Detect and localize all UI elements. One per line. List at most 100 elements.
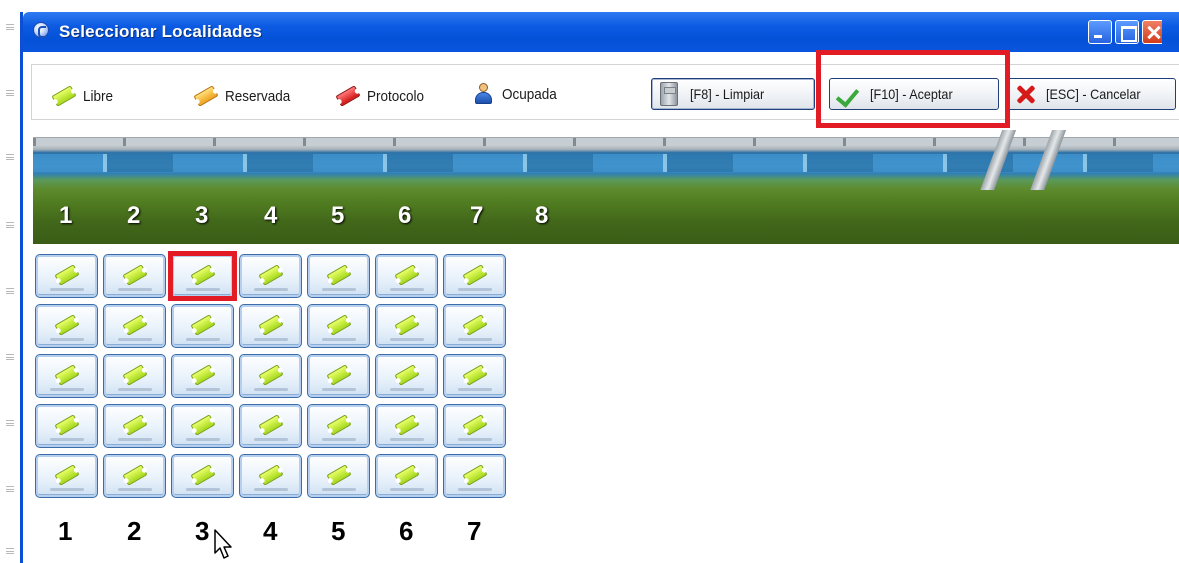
- clear-button[interactable]: [F8] - Limpiar: [651, 78, 815, 110]
- column-number: 2: [127, 516, 142, 546]
- gutter-mark: [6, 548, 14, 554]
- legend-reservada: Reservada: [193, 85, 298, 107]
- seat-button[interactable]: [171, 404, 234, 448]
- person-icon: [474, 83, 494, 105]
- eraser-icon: [660, 82, 678, 106]
- ticket-green-icon: [258, 264, 284, 286]
- close-button[interactable]: [1142, 20, 1162, 44]
- seat-button[interactable]: [35, 254, 98, 298]
- ticket-green-icon: [122, 414, 148, 436]
- ticket-green-icon: [258, 364, 284, 386]
- legend-libre: Libre: [51, 85, 116, 107]
- legend-ocupada: Ocupada: [474, 83, 563, 105]
- seat-button[interactable]: [103, 304, 166, 348]
- ticket-green-icon: [462, 264, 488, 286]
- seat-shadow: [322, 338, 356, 341]
- seat-button[interactable]: [307, 354, 370, 398]
- seat-shadow: [390, 488, 424, 491]
- seat-button[interactable]: [375, 354, 438, 398]
- ticket-green-icon: [51, 85, 77, 107]
- seat-button[interactable]: [443, 404, 506, 448]
- ticket-green-icon: [54, 314, 80, 336]
- ticket-green-icon: [190, 414, 216, 436]
- seat-button[interactable]: [35, 304, 98, 348]
- select-seats-window: Seleccionar Localidades Libre Reservada …: [20, 12, 1179, 563]
- cancel-button-label: [ESC] - Cancelar: [1046, 86, 1141, 102]
- ticket-green-icon: [190, 314, 216, 336]
- seat-button[interactable]: [307, 304, 370, 348]
- seat-button[interactable]: [375, 454, 438, 498]
- toolbar: Libre Reservada Protocolo Ocupada [F8] -…: [23, 50, 1179, 130]
- seat-button[interactable]: [375, 404, 438, 448]
- legend-label: Protocolo: [367, 87, 425, 105]
- seat-shadow: [118, 288, 152, 291]
- seat-button[interactable]: [307, 254, 370, 298]
- seat-shadow: [458, 338, 492, 341]
- ticket-green-icon: [54, 264, 80, 286]
- title-bar[interactable]: Seleccionar Localidades: [23, 12, 1179, 52]
- seat-button[interactable]: [239, 404, 302, 448]
- seat-button[interactable]: [103, 254, 166, 298]
- seat-button[interactable]: [443, 304, 506, 348]
- seat-shadow: [254, 388, 288, 391]
- ticket-green-icon: [462, 414, 488, 436]
- seat-button[interactable]: [375, 304, 438, 348]
- gutter-mark: [6, 420, 14, 426]
- clear-button-label: [F8] - Limpiar: [690, 86, 765, 102]
- seat-button[interactable]: [103, 354, 166, 398]
- seat-shadow: [118, 488, 152, 491]
- seat-button[interactable]: [375, 254, 438, 298]
- seat-button[interactable]: [171, 454, 234, 498]
- seat-button[interactable]: [307, 404, 370, 448]
- mouse-cursor-icon: [214, 529, 232, 559]
- seat-shadow: [50, 488, 84, 491]
- seat-button[interactable]: [239, 454, 302, 498]
- seat-button[interactable]: [35, 404, 98, 448]
- ticket-green-icon: [258, 414, 284, 436]
- stadium-banner: 1 2 3 4 5 6 7 8: [33, 130, 1179, 244]
- column-number: 1: [58, 516, 73, 546]
- ticket-red-icon: [335, 85, 361, 107]
- seat-button[interactable]: [35, 454, 98, 498]
- seat-button[interactable]: [443, 354, 506, 398]
- app-icon[interactable]: [33, 22, 49, 38]
- ticket-green-icon: [122, 364, 148, 386]
- window-title: Seleccionar Localidades: [59, 22, 263, 41]
- seat-shadow: [322, 488, 356, 491]
- seat-shadow: [50, 288, 84, 291]
- seat-shadow: [50, 438, 84, 441]
- seat-button[interactable]: [103, 454, 166, 498]
- seat-shadow: [390, 288, 424, 291]
- gutter-mark: [6, 90, 14, 96]
- seat-shadow: [118, 338, 152, 341]
- seat-button[interactable]: [103, 404, 166, 448]
- seat-shadow: [118, 388, 152, 391]
- seat-button[interactable]: [307, 454, 370, 498]
- gutter-mark: [6, 222, 14, 228]
- column-number: 5: [331, 516, 346, 546]
- banner-number: 8: [535, 202, 549, 229]
- seat-shadow: [322, 438, 356, 441]
- cancel-button[interactable]: [ESC] - Cancelar: [1007, 78, 1176, 110]
- ticket-green-icon: [122, 264, 148, 286]
- maximize-button[interactable]: [1115, 20, 1139, 44]
- seat-button[interactable]: [239, 354, 302, 398]
- column-number: 3: [195, 516, 210, 546]
- seat-shadow: [186, 488, 220, 491]
- legend-protocolo: Protocolo: [335, 85, 430, 107]
- seat-button[interactable]: [443, 454, 506, 498]
- minimize-button[interactable]: [1088, 20, 1112, 44]
- seat-button[interactable]: [35, 354, 98, 398]
- seat-shadow: [390, 338, 424, 341]
- ticket-green-icon: [54, 414, 80, 436]
- ticket-green-icon: [190, 464, 216, 486]
- seat-shadow: [186, 438, 220, 441]
- seat-button[interactable]: [171, 354, 234, 398]
- ticket-green-icon: [122, 464, 148, 486]
- gutter-mark: [6, 354, 14, 360]
- seat-highlight-box: [168, 251, 237, 301]
- seat-button[interactable]: [443, 254, 506, 298]
- seat-button[interactable]: [239, 304, 302, 348]
- seat-button[interactable]: [171, 304, 234, 348]
- seat-button[interactable]: [239, 254, 302, 298]
